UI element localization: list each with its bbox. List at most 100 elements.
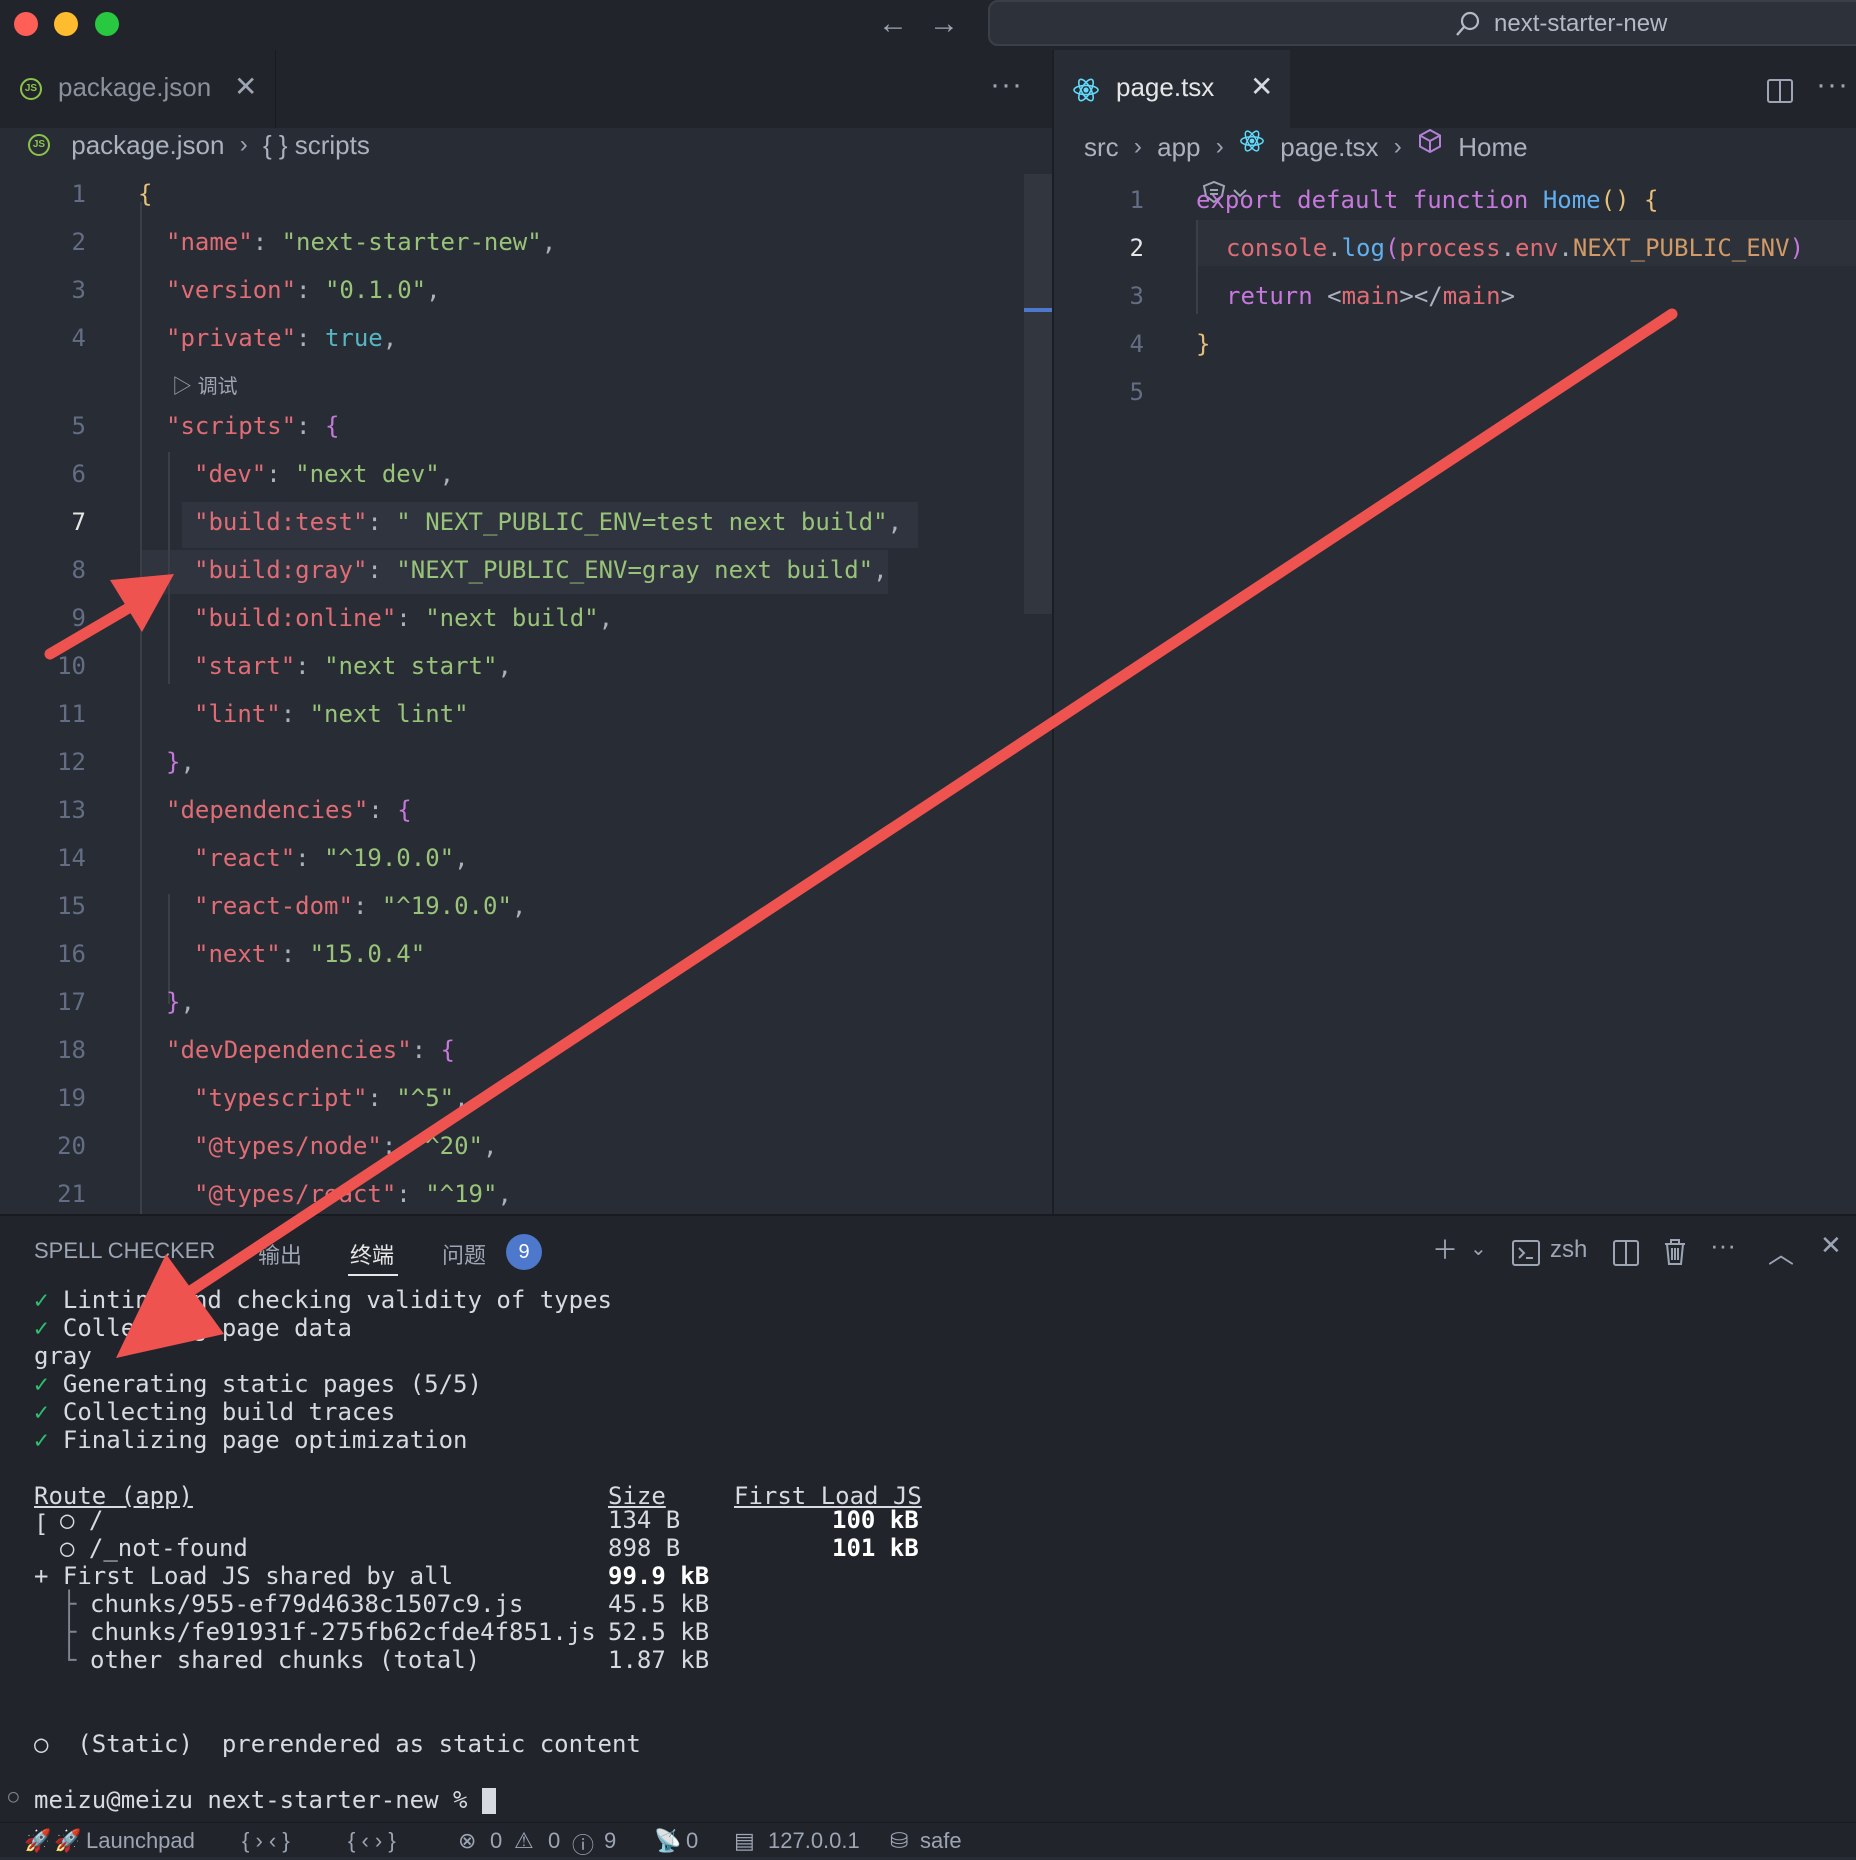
table-header-route: Route (app) bbox=[34, 1482, 193, 1510]
split-editor-icon[interactable] bbox=[1766, 78, 1794, 104]
code-line: "scripts": { bbox=[166, 412, 340, 440]
code-line: console.log(process.env.NEXT_PUBLIC_ENV) bbox=[1226, 234, 1805, 262]
breadcrumb-symbol[interactable]: { } scripts bbox=[263, 130, 370, 161]
json-file-icon: JS bbox=[20, 78, 42, 100]
breadcrumb-file[interactable]: package.json bbox=[71, 130, 224, 161]
trash-icon[interactable] bbox=[1662, 1238, 1688, 1266]
more-actions-icon[interactable]: ··· bbox=[990, 68, 1023, 102]
left-editor-scrollbar[interactable] bbox=[1024, 174, 1052, 614]
tab-spell-checker[interactable]: SPELL CHECKER bbox=[34, 1238, 215, 1264]
bottom-panel: SPELL CHECKER 输出 终端 问题 9 ＋ ⌄ zsh ··· ︿ ✕… bbox=[0, 1214, 1856, 1822]
tab-package-json[interactable]: JS package.json ✕ bbox=[0, 50, 276, 128]
code-braces-icon[interactable]: { ‹ › } bbox=[348, 1828, 396, 1854]
zoom-window-button[interactable] bbox=[95, 12, 119, 36]
tree-glyph: └ bbox=[62, 1646, 77, 1674]
close-window-button[interactable] bbox=[14, 12, 38, 36]
launchpad-item[interactable]: Launchpad bbox=[86, 1828, 195, 1854]
line-number: 18 bbox=[57, 1036, 86, 1064]
code-line: "private": true, bbox=[166, 324, 398, 352]
active-tab-indicator bbox=[348, 1274, 398, 1276]
info-icon[interactable]: ⓘ bbox=[572, 1828, 594, 1860]
warning-icon[interactable]: ⚠ bbox=[514, 1828, 534, 1854]
close-icon[interactable]: ✕ bbox=[1250, 70, 1273, 103]
tab-page-tsx[interactable]: page.tsx ✕ bbox=[1054, 50, 1290, 128]
tab-output[interactable]: 输出 bbox=[258, 1238, 302, 1270]
debug-codelens[interactable]: ▷ 调试 bbox=[172, 370, 238, 399]
breadcrumb-folder-src[interactable]: src bbox=[1084, 132, 1119, 163]
code-line: "start": "next start", bbox=[194, 652, 512, 680]
rocket-icon: 🚀 bbox=[54, 1828, 82, 1853]
error-icon[interactable]: ⊗ bbox=[458, 1828, 476, 1854]
safe-mode[interactable]: safe bbox=[920, 1828, 962, 1854]
forward-arrow-icon[interactable]: → bbox=[924, 6, 964, 42]
new-terminal-plus-icon[interactable]: ＋ bbox=[1432, 1230, 1458, 1267]
play-icon: ▷ bbox=[172, 376, 192, 398]
line-number: 9 bbox=[71, 604, 86, 632]
back-arrow-icon[interactable]: ← bbox=[873, 6, 913, 42]
code-line: "next": "15.0.4" bbox=[194, 940, 426, 968]
breadcrumb-file[interactable]: page.tsx bbox=[1280, 132, 1378, 163]
chevron-right-icon: › bbox=[1215, 133, 1224, 161]
line-number: 14 bbox=[57, 844, 86, 872]
tab-problems[interactable]: 问题 bbox=[442, 1238, 486, 1270]
line-number: 1 bbox=[1129, 186, 1144, 214]
terminal-icon bbox=[1512, 1240, 1540, 1266]
line-number: 6 bbox=[71, 460, 86, 488]
line-number: 7 bbox=[71, 508, 86, 536]
route-first-load: 100 kB bbox=[832, 1506, 919, 1534]
right-code-editor[interactable]: 1 2 3 4 5 export default function Home()… bbox=[1054, 174, 1856, 1214]
code-line: "dependencies": { bbox=[166, 796, 412, 824]
maximize-panel-chevron-up-icon[interactable]: ︿ bbox=[1768, 1234, 1794, 1271]
scrollbar-cursor-marker bbox=[1024, 308, 1052, 312]
warning-count[interactable]: 0 bbox=[548, 1828, 560, 1854]
line-number: 17 bbox=[57, 988, 86, 1016]
title-bar: ← → next-starter-new bbox=[0, 0, 1856, 50]
indent-guide bbox=[140, 202, 142, 1214]
chevron-down-icon[interactable]: ⌄ bbox=[1470, 1236, 1487, 1261]
line-number: 16 bbox=[57, 940, 86, 968]
code-line: "build:online": "next build", bbox=[194, 604, 614, 632]
route-size: 134 B bbox=[608, 1506, 681, 1534]
tree-glyph: ├ bbox=[62, 1618, 77, 1646]
text-cursor bbox=[481, 1788, 496, 1814]
ports-count[interactable]: 0 bbox=[686, 1828, 698, 1854]
problems-count-badge: 9 bbox=[506, 1234, 542, 1270]
code-line: "dev": "next dev", bbox=[194, 460, 455, 488]
code-braces-icon[interactable]: { › ‹ } bbox=[242, 1828, 290, 1854]
code-line: }, bbox=[166, 988, 195, 1016]
route-bracket: [ bbox=[34, 1510, 49, 1538]
tab-terminal[interactable]: 终端 bbox=[350, 1238, 394, 1270]
json-file-icon: JS bbox=[28, 132, 54, 158]
left-code-editor[interactable]: ▷ 调试 1 2 3 4 5 6 7 8 9 10 11 12 13 14 15… bbox=[0, 174, 1024, 1214]
chunk-row: chunks/955-ef79d4638c1507c9.js bbox=[90, 1590, 524, 1618]
terminal-line: ✓ Linting and checking validity of types bbox=[34, 1286, 612, 1314]
line-number: 19 bbox=[57, 1084, 86, 1112]
code-line: { bbox=[138, 180, 153, 208]
more-actions-icon[interactable]: ··· bbox=[1816, 68, 1849, 102]
close-panel-icon[interactable]: ✕ bbox=[1820, 1230, 1842, 1261]
broadcast-icon[interactable]: 📡 bbox=[654, 1828, 681, 1854]
code-line: "react-dom": "^19.0.0", bbox=[194, 892, 527, 920]
breadcrumb-symbol[interactable]: Home bbox=[1458, 132, 1527, 163]
tab-label: package.json bbox=[58, 72, 212, 102]
line-number: 4 bbox=[71, 324, 86, 352]
breadcrumb-folder-app[interactable]: app bbox=[1157, 132, 1200, 163]
line-number: 8 bbox=[71, 556, 86, 584]
terminal-line: ✓ Collecting page data bbox=[34, 1314, 352, 1342]
prompt-status-icon: ○ bbox=[8, 1786, 19, 1807]
chevron-right-icon: › bbox=[239, 131, 248, 159]
indent-guide bbox=[168, 452, 170, 684]
minimize-window-button[interactable] bbox=[54, 12, 78, 36]
split-terminal-icon[interactable] bbox=[1612, 1240, 1640, 1266]
more-actions-icon[interactable]: ··· bbox=[1710, 1230, 1736, 1261]
error-count[interactable]: 0 bbox=[490, 1828, 502, 1854]
close-icon[interactable]: ✕ bbox=[234, 70, 257, 103]
info-count[interactable]: 9 bbox=[604, 1828, 616, 1854]
terminal-shell-name[interactable]: zsh bbox=[1550, 1236, 1587, 1264]
rocket-icon: 🚀 bbox=[24, 1828, 52, 1853]
server-icon: ▤ bbox=[734, 1828, 755, 1853]
chunk-size: 1.87 kB bbox=[608, 1646, 710, 1674]
terminal-prompt[interactable]: meizu@meizu next-starter-new % bbox=[34, 1786, 496, 1814]
command-center-search[interactable]: next-starter-new bbox=[988, 0, 1856, 46]
host-address[interactable]: 127.0.0.1 bbox=[768, 1828, 860, 1854]
